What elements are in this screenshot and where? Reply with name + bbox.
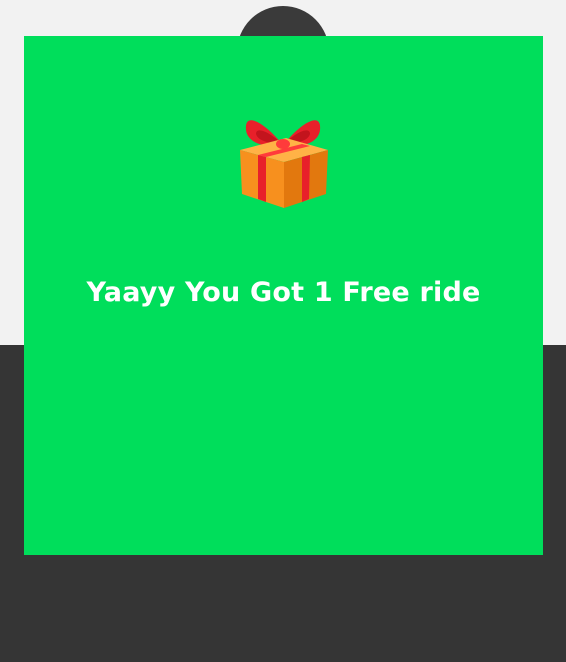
reward-message: Yaayy You Got 1 Free ride	[86, 277, 481, 308]
gift-icon	[236, 104, 330, 212]
screen: Yaayy You Got 1 Free ride	[0, 0, 566, 662]
